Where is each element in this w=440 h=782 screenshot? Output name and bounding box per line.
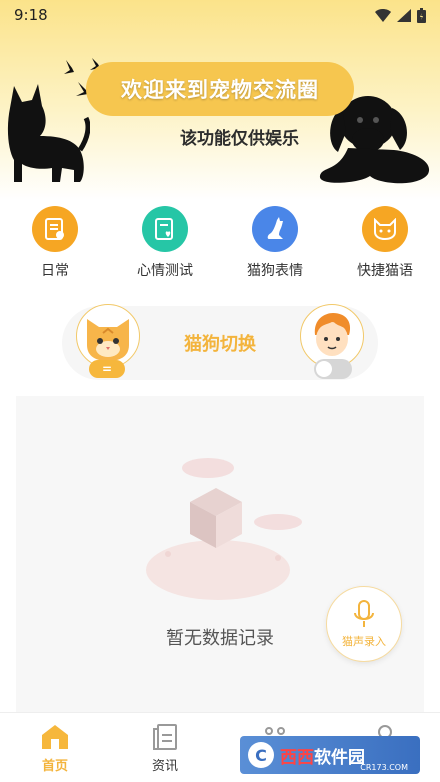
microphone-icon	[354, 600, 374, 627]
cat-icon	[252, 206, 298, 252]
record-button-label: 猫声录入	[342, 635, 386, 648]
cat-face-icon	[362, 206, 408, 252]
banner-subtitle: 该功能仅供娱乐	[180, 129, 299, 149]
tab-label: 首页	[41, 759, 68, 774]
quick-actions: 日常 心情测试 猫狗表情 快捷猫语	[0, 206, 440, 286]
cat-avatar-icon[interactable]	[76, 304, 140, 368]
banner-title: 欢迎来到宠物交流圈	[86, 62, 354, 116]
quick-action-daily[interactable]: 日常	[5, 206, 105, 286]
quick-action-label: 心情测试	[137, 263, 193, 279]
status-bar: 9:18	[0, 0, 440, 30]
heart-note-icon	[142, 206, 188, 252]
quick-action-label: 日常	[41, 263, 69, 279]
cat-toggle[interactable]: =	[89, 360, 125, 378]
quick-action-label: 猫狗表情	[247, 263, 303, 279]
signal-icon	[397, 8, 411, 22]
tab-news[interactable]: 资讯	[121, 723, 209, 774]
watermark-brand-white: 软件园	[314, 747, 365, 768]
quick-action-label: 快捷猫语	[357, 263, 413, 279]
watermark-url: CR173.COM	[360, 763, 408, 772]
watermark-c-icon: C	[248, 742, 274, 768]
battery-icon	[417, 7, 426, 23]
tab-label: 资讯	[151, 759, 178, 774]
calendar-icon	[32, 206, 78, 252]
meow-record-button[interactable]: 猫声录入	[326, 586, 402, 662]
status-time: 9:18	[14, 6, 48, 24]
watermark-brand-red: 西西	[280, 747, 314, 768]
quick-action-pet-emoji[interactable]: 猫狗表情	[225, 206, 325, 286]
status-icons	[375, 7, 426, 23]
record-panel: 暂无数据记录 猫声录入	[16, 396, 424, 714]
watermark-logo: C 西西 软件园 CR173.COM	[240, 736, 420, 774]
toggle-knob	[316, 361, 332, 377]
wifi-icon	[375, 8, 391, 22]
quick-action-cat-phrases[interactable]: 快捷猫语	[335, 206, 435, 286]
dog-toggle[interactable]	[314, 359, 352, 379]
empty-box-illustration	[146, 458, 302, 600]
pet-switch-card[interactable]: 猫狗切换 =	[62, 304, 378, 380]
home-icon	[42, 725, 68, 749]
quick-action-mood-test[interactable]: 心情测试	[115, 206, 215, 286]
tab-home[interactable]: 首页	[11, 723, 99, 774]
document-icon	[153, 724, 177, 750]
